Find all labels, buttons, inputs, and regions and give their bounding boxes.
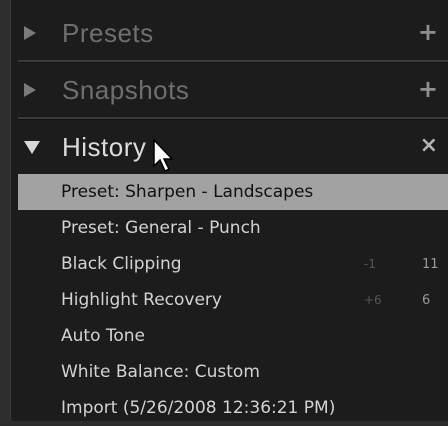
add-snapshot-button[interactable]: + (418, 75, 438, 103)
history-row[interactable]: Highlight Recovery +6 6 (18, 282, 448, 318)
mouse-cursor-icon (153, 138, 174, 173)
history-step-label: Highlight Recovery (61, 290, 222, 310)
expand-triangle-icon[interactable] (24, 26, 36, 40)
history-step-label: Preset: General - Punch (61, 218, 261, 238)
snapshots-title: Snapshots (62, 75, 190, 105)
history-step-label: Preset: Sharpen - Landscapes (61, 182, 314, 202)
history-row[interactable]: Preset: General - Punch (18, 210, 448, 246)
history-list: Preset: Sharpen - Landscapes Preset: Gen… (18, 174, 448, 426)
presets-header[interactable]: Presets + (10, 6, 448, 60)
left-panel: Presets + Snapshots + History × Preset: … (10, 0, 448, 421)
history-step-label: Black Clipping (61, 254, 182, 274)
add-preset-button[interactable]: + (418, 18, 438, 46)
history-row[interactable]: Auto Tone (18, 318, 448, 354)
history-step-value: 6 (422, 292, 431, 308)
history-step-value: 11 (422, 256, 439, 272)
collapse-triangle-icon[interactable] (24, 141, 40, 154)
history-step-delta: -1 (364, 257, 376, 271)
clear-history-button[interactable]: × (420, 133, 438, 158)
history-header[interactable]: History × (10, 120, 448, 174)
history-step-label: Auto Tone (61, 326, 146, 346)
history-row[interactable]: Black Clipping -1 11 (18, 246, 448, 282)
history-row[interactable]: White Balance: Custom (18, 354, 448, 390)
history-row[interactable]: Preset: Sharpen - Landscapes (18, 174, 448, 210)
expand-triangle-icon[interactable] (24, 83, 36, 97)
snapshots-header[interactable]: Snapshots + (10, 63, 448, 117)
history-step-label: Import (5/26/2008 12:36:21 PM) (61, 398, 336, 418)
presets-title: Presets (62, 18, 154, 48)
history-title: History (62, 132, 147, 162)
history-step-label: White Balance: Custom (61, 362, 260, 382)
history-step-delta: +6 (364, 293, 382, 307)
history-row[interactable]: Import (5/26/2008 12:36:21 PM) (18, 390, 448, 426)
